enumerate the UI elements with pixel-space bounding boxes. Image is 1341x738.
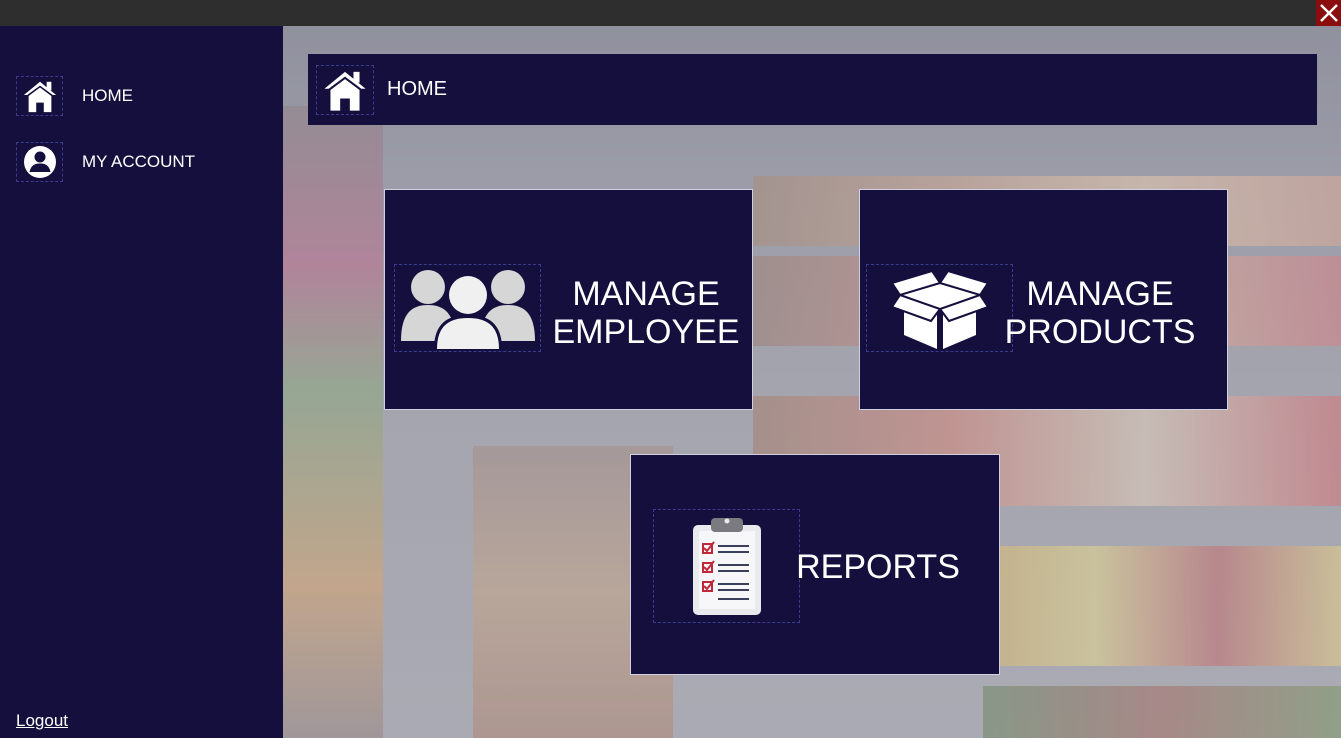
tile-label-line: MANAGE	[1026, 275, 1174, 313]
manage-employee-button[interactable]: MANAGE EMPLOYEE	[384, 189, 753, 410]
box-icon	[866, 264, 1013, 352]
sidebar-item-my-account[interactable]: MY ACCOUNT	[16, 141, 195, 183]
reports-button[interactable]: REPORTS	[630, 454, 1000, 675]
window-titlebar	[0, 0, 1341, 26]
manage-products-button[interactable]: MANAGE PRODUCTS	[859, 189, 1228, 410]
manage-products-label: MANAGE PRODUCTS	[1002, 275, 1198, 351]
reports-label: REPORTS	[796, 548, 960, 586]
logout-link[interactable]: Logout	[16, 711, 68, 731]
user-circle-icon	[16, 142, 63, 182]
close-button[interactable]	[1316, 0, 1341, 26]
close-icon	[1319, 4, 1338, 22]
tile-label-line: MANAGE	[572, 275, 720, 313]
page-header: HOME	[308, 54, 1317, 125]
sidebar-item-label: MY ACCOUNT	[82, 152, 196, 171]
sidebar: HOME MY ACCOUNT Logout	[0, 26, 283, 738]
sidebar-item-label: HOME	[82, 86, 133, 105]
main-content: HOME MANAGE EMPLOYEE MANAGE PRODUCTS REP…	[283, 26, 1341, 738]
tile-label-line: EMPLOYEE	[552, 313, 740, 351]
home-icon	[16, 76, 63, 116]
manage-employee-label: MANAGE EMPLOYEE	[541, 275, 751, 351]
page-title: HOME	[387, 78, 447, 100]
home-icon	[316, 64, 374, 115]
tile-label-line: PRODUCTS	[1004, 313, 1196, 351]
sidebar-item-home[interactable]: HOME	[16, 75, 133, 117]
clipboard-checklist-icon	[653, 509, 800, 623]
users-icon	[394, 264, 541, 352]
